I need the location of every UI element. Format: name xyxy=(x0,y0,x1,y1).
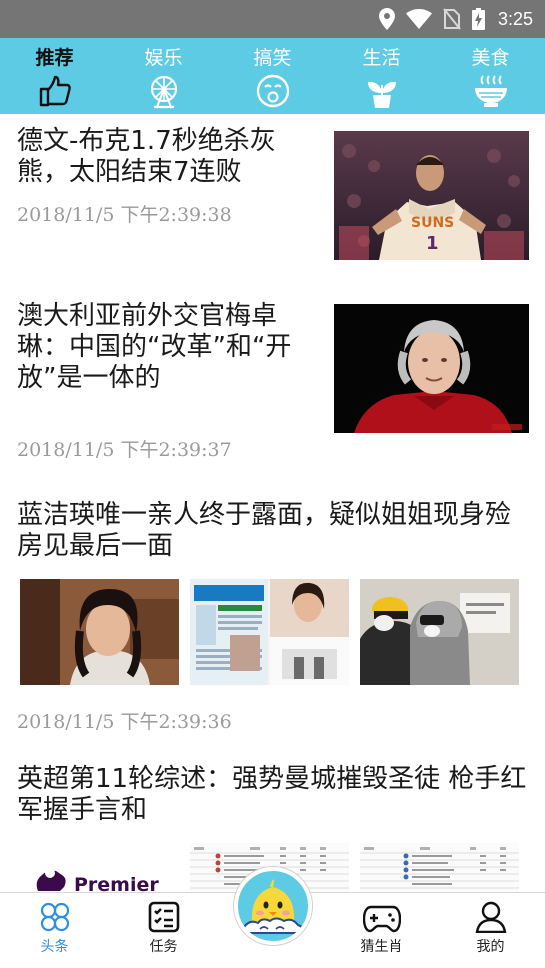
nav-label: 猜生肖 xyxy=(360,939,403,955)
task-list-icon xyxy=(148,901,179,933)
gamepad-icon xyxy=(362,905,401,933)
nav-label: 任务 xyxy=(149,939,178,955)
tab-label: 娱乐 xyxy=(144,47,183,69)
nav-label: 我的 xyxy=(476,939,505,955)
noodle-bowl-icon xyxy=(474,75,507,107)
location-icon xyxy=(378,8,395,30)
potted-plant-icon xyxy=(367,81,396,108)
battery-charging-icon xyxy=(471,8,485,30)
news-item[interactable]: 澳大利亚前外交官梅卓琳：中国的“改革”和“开放”是一体的 2018/11/5 下… xyxy=(0,294,545,486)
news-feed[interactable]: 德文-布克1.7秒绝杀灰熊，太阳结束7连败 2018/11/5 下午2:39:3… xyxy=(0,114,545,892)
clock: 3:25 xyxy=(497,8,533,29)
wifi-icon xyxy=(405,9,432,29)
jersey-text: SUNS xyxy=(411,215,454,231)
tab-life[interactable]: 生活 xyxy=(327,38,436,114)
nav-label: 头条 xyxy=(40,939,69,955)
clover-icon xyxy=(40,902,69,932)
tab-label: 搞笑 xyxy=(253,47,292,69)
laughing-face-icon xyxy=(256,74,289,108)
nav-center xyxy=(218,867,327,968)
nav-tasks[interactable]: 任务 xyxy=(109,893,218,968)
premier-league-logo-text: Premier xyxy=(74,874,159,892)
news-thumbnail xyxy=(190,579,349,685)
tab-recommend[interactable]: 推荐 xyxy=(0,38,109,114)
news-time: 2018/11/5 下午2:39:37 xyxy=(17,439,232,461)
jersey-number: 1 xyxy=(426,233,439,254)
news-thumbnail xyxy=(360,843,519,892)
no-sim-icon xyxy=(443,8,461,30)
news-thumbnail: Premier xyxy=(20,843,179,892)
nav-headlines[interactable]: 头条 xyxy=(0,893,109,968)
news-title: 澳大利亚前外交官梅卓琳：中国的“改革”和“开放”是一体的 xyxy=(17,301,292,393)
tab-label: 推荐 xyxy=(35,47,74,69)
news-time: 2018/11/5 下午2:39:36 xyxy=(17,711,232,733)
news-thumbnail xyxy=(20,579,179,685)
bottom-nav: 头条 任务 猜生肖 我的 xyxy=(0,867,545,968)
nav-me[interactable]: 我的 xyxy=(436,893,545,968)
status-bar: 3:25 xyxy=(0,0,545,38)
tab-funny[interactable]: 搞笑 xyxy=(218,38,327,114)
news-title: 蓝洁瑛唯一亲人终于露面，疑似姐姐现身殓房见最后一面 xyxy=(17,500,512,561)
news-time: 2018/11/5 下午2:39:38 xyxy=(17,204,232,226)
news-thumbnail: SUNS 1 xyxy=(334,131,529,260)
news-item[interactable]: 蓝洁瑛唯一亲人终于露面，疑似姐姐现身殓房见最后一面 2018/11/5 下午2:… xyxy=(0,486,545,750)
tab-label: 美食 xyxy=(471,47,510,69)
mascot-chick-icon[interactable] xyxy=(233,867,312,945)
thumbs-up-icon xyxy=(39,75,71,107)
tab-entertainment[interactable]: 娱乐 xyxy=(109,38,218,114)
news-thumbnail xyxy=(360,579,519,685)
news-title: 英超第11轮综述：强势曼城摧毁圣徒 枪手红军握手言和 xyxy=(17,764,527,825)
tab-food[interactable]: 美食 xyxy=(436,38,545,114)
user-icon xyxy=(475,901,506,933)
tab-label: 生活 xyxy=(362,47,401,69)
ferris-wheel-icon xyxy=(150,75,177,109)
news-thumbnail xyxy=(334,304,529,433)
news-title: 德文-布克1.7秒绝杀灰熊，太阳结束7连败 xyxy=(17,126,276,187)
nav-guess-zodiac[interactable]: 猜生肖 xyxy=(327,893,436,968)
category-tabs: 推荐 娱乐 搞笑 生活 美食 xyxy=(0,38,545,114)
news-item[interactable]: 德文-布克1.7秒绝杀灰熊，太阳结束7连败 2018/11/5 下午2:39:3… xyxy=(0,114,545,294)
